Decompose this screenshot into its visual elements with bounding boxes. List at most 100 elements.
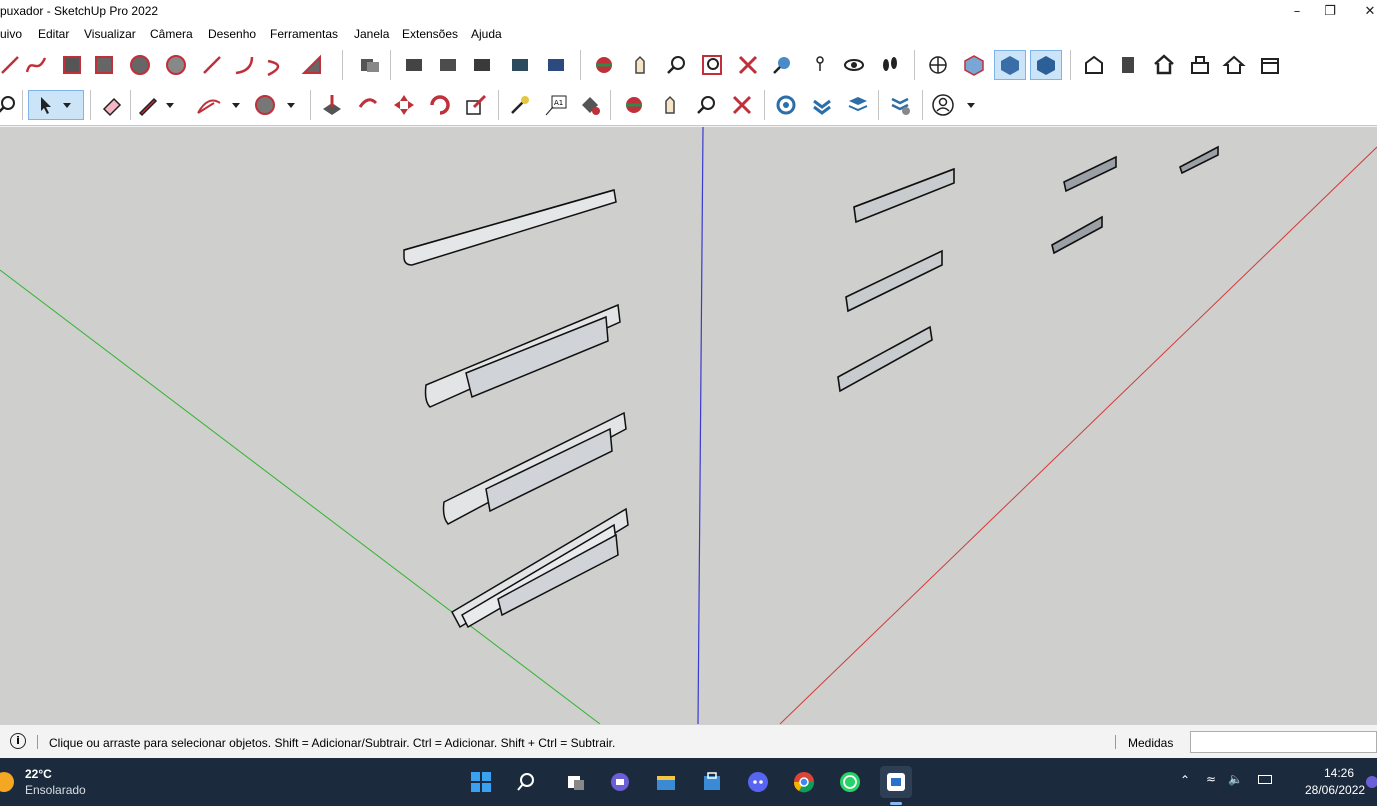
layout-icon[interactable]	[842, 90, 874, 120]
2-point-arc-icon[interactable]	[228, 50, 260, 80]
menu-ferramentas[interactable]: Ferramentas	[270, 27, 338, 41]
arc-icon[interactable]	[196, 50, 228, 80]
walk-icon[interactable]	[874, 50, 906, 80]
push-pull-icon[interactable]	[316, 90, 348, 120]
volume-icon[interactable]: 🔈	[1228, 772, 1243, 786]
battery-icon[interactable]	[1258, 775, 1272, 784]
chevron-up-icon[interactable]: ⌃	[1180, 773, 1190, 787]
search-icon[interactable]	[510, 766, 542, 798]
text-icon[interactable]: A1	[540, 90, 572, 120]
left-view-icon[interactable]	[1148, 50, 1180, 80]
sketchup-icon[interactable]	[880, 766, 912, 798]
menu-editar[interactable]: Editar	[38, 27, 69, 41]
handle-model-7	[837, 325, 933, 393]
extension-warehouse-icon[interactable]	[806, 90, 838, 120]
select-arrow-icon[interactable]	[28, 90, 84, 120]
status-message: Clique ou arraste para selecionar objeto…	[49, 736, 616, 750]
chrome-icon[interactable]	[788, 766, 820, 798]
position-camera-icon[interactable]	[804, 50, 836, 80]
look-around-icon[interactable]	[838, 50, 870, 80]
clock-date[interactable]: 28/06/2022	[1305, 783, 1365, 797]
menu-arquivo[interactable]: uivo	[0, 27, 22, 41]
toolbar-separator	[390, 50, 391, 80]
notification-badge[interactable]	[1366, 776, 1377, 788]
teams-chat-icon[interactable]	[604, 766, 636, 798]
3-point-arc-icon[interactable]	[260, 50, 292, 80]
zoom-extents-icon[interactable]	[732, 50, 764, 80]
paint-bucket-icon[interactable]	[574, 90, 606, 120]
wifi-icon[interactable]: ≈	[1206, 772, 1216, 786]
orbit-icon-2[interactable]	[618, 90, 650, 120]
pie-icon[interactable]	[296, 50, 328, 80]
paint-icon-4[interactable]	[504, 50, 536, 80]
warehouse-icon[interactable]	[770, 90, 802, 120]
menu-bar: uivo Editar Visualizar Câmera Desenho Fe…	[0, 24, 1377, 44]
right-view-icon[interactable]	[1078, 50, 1110, 80]
menu-ajuda[interactable]: Ajuda	[471, 27, 502, 41]
menu-janela[interactable]: Janela	[354, 27, 389, 41]
circle-icon[interactable]	[124, 50, 156, 80]
discord-icon[interactable]	[742, 766, 774, 798]
toolbar-separator	[130, 90, 131, 120]
windows-start-icon[interactable]	[465, 766, 497, 798]
rectangle-icon[interactable]	[56, 50, 88, 80]
freehand-icon[interactable]	[20, 50, 52, 80]
polygon-icon[interactable]	[160, 50, 192, 80]
rotate-icon[interactable]	[424, 90, 456, 120]
follow-me-icon[interactable]	[352, 90, 384, 120]
paint-icon-2[interactable]	[432, 50, 464, 80]
scale-icon[interactable]	[460, 90, 492, 120]
weather-temp[interactable]: 22°C	[25, 767, 52, 781]
extension-manager-icon[interactable]	[884, 90, 916, 120]
file-explorer-icon[interactable]	[650, 766, 682, 798]
handle-model-8	[1063, 155, 1117, 193]
menu-extensoes[interactable]: Extensões	[402, 27, 458, 41]
paint-icon-5[interactable]	[540, 50, 572, 80]
zoom-icon[interactable]	[660, 50, 692, 80]
store-icon[interactable]	[696, 766, 728, 798]
whatsapp-icon[interactable]	[834, 766, 866, 798]
arc-draw-icon[interactable]	[192, 90, 248, 120]
clock-time[interactable]: 14:26	[1324, 766, 1354, 780]
handle-model-10	[1179, 145, 1219, 175]
measures-input[interactable]	[1190, 731, 1377, 753]
bottom-view-icon[interactable]	[1184, 50, 1216, 80]
toolbar-separator	[22, 90, 23, 120]
shape-icon[interactable]	[252, 90, 304, 120]
rotated-rectangle-icon[interactable]	[88, 50, 120, 80]
house2-icon[interactable]	[1254, 50, 1286, 80]
close-button[interactable]: ✕	[1350, 2, 1377, 22]
weather-desc[interactable]: Ensolarado	[25, 783, 86, 797]
paint-icon-1[interactable]	[398, 50, 430, 80]
move-icon[interactable]	[388, 90, 420, 120]
pan-icon[interactable]	[624, 50, 656, 80]
front-view-icon[interactable]	[1030, 50, 1062, 80]
pencil-icon[interactable]	[134, 90, 184, 120]
top-view-icon[interactable]	[994, 50, 1026, 80]
back-view-icon[interactable]	[1112, 50, 1144, 80]
tape-measure-icon[interactable]	[504, 90, 536, 120]
menu-visualizar[interactable]: Visualizar	[84, 27, 136, 41]
zoom-extents-icon-2[interactable]	[726, 90, 758, 120]
house-icon[interactable]	[1218, 50, 1250, 80]
section-plane-icon[interactable]	[922, 50, 954, 80]
task-view-icon[interactable]	[560, 766, 592, 798]
restore-button[interactable]: ❐	[1310, 2, 1350, 22]
iso-view-icon[interactable]	[958, 50, 990, 80]
handle-model-6	[845, 249, 943, 313]
model-viewport[interactable]	[0, 127, 1377, 724]
zoom-window-icon[interactable]	[696, 50, 728, 80]
eraser-icon[interactable]	[96, 90, 128, 120]
search-icon[interactable]	[0, 90, 22, 120]
previous-view-icon[interactable]	[766, 50, 798, 80]
menu-camera[interactable]: Câmera	[150, 27, 193, 41]
menu-desenho[interactable]: Desenho	[208, 27, 256, 41]
orbit-icon[interactable]	[588, 50, 620, 80]
weather-icon[interactable]	[0, 772, 14, 792]
pan-icon-2[interactable]	[654, 90, 686, 120]
zoom-icon-2[interactable]	[690, 90, 722, 120]
profile-icon[interactable]	[928, 90, 986, 120]
info-icon[interactable]: i	[10, 733, 26, 749]
paint-icon-3[interactable]	[466, 50, 498, 80]
component-icon[interactable]	[354, 50, 386, 80]
